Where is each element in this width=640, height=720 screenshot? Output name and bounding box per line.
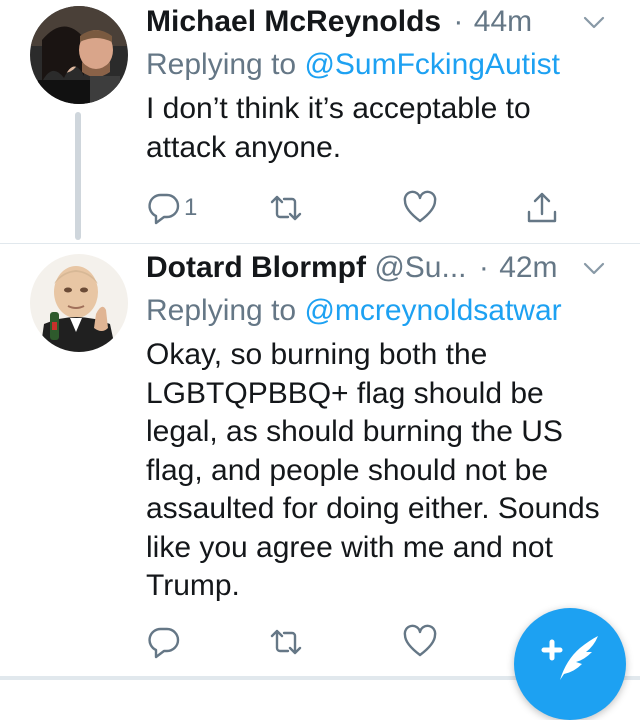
heart-icon <box>403 190 437 223</box>
retweet-icon <box>270 195 302 221</box>
like-button[interactable] <box>402 620 438 664</box>
tweet-content: Dotard Blormpf @Su... · 42m Replying to … <box>146 244 630 606</box>
tweet-text: Okay, so burning both the LGBTQPBBQ+ fla… <box>146 338 600 602</box>
share-button[interactable] <box>524 186 560 230</box>
like-button[interactable] <box>402 186 438 230</box>
tweet-actions: 1 <box>146 186 586 230</box>
user-handle[interactable]: @Su... <box>374 251 466 284</box>
replying-to-prefix: Replying to <box>146 294 305 327</box>
reply-icon <box>148 193 180 225</box>
replying-to: Replying to @mcreynoldsatwar <box>146 290 630 332</box>
separator-dot: · <box>453 5 464 38</box>
reply-count: 1 <box>184 194 198 221</box>
timestamp[interactable]: 42m <box>499 251 557 284</box>
timestamp[interactable]: 44m <box>474 5 532 38</box>
replying-to-prefix: Replying to <box>146 48 305 81</box>
tweet-text: I don’t think it’s acceptable to attack … <box>146 92 531 164</box>
masked-man-avatar-icon <box>30 254 128 352</box>
compose-tweet-icon <box>541 636 598 680</box>
tweet-header: Dotard Blormpf @Su... · 42m <box>146 246 630 290</box>
tweet-header: Michael McReynolds · 44m <box>146 0 630 44</box>
avatar[interactable] <box>30 6 128 104</box>
display-name[interactable]: Michael McReynolds <box>146 5 441 38</box>
replying-to: Replying to @SumFckingAutist <box>146 44 630 86</box>
retweet-button[interactable] <box>268 186 304 230</box>
reply-button[interactable]: 1 <box>146 186 197 230</box>
reply-icon <box>148 627 180 659</box>
tweet-content: Michael McReynolds · 44m Replying to @Su… <box>146 0 630 167</box>
avatar[interactable] <box>30 254 128 352</box>
replying-to-handle[interactable]: @mcreynoldsatwar <box>304 294 561 327</box>
reply-button[interactable] <box>146 620 184 664</box>
heart-icon <box>403 624 437 657</box>
thread-connector-line <box>75 112 81 240</box>
tweet[interactable]: Michael McReynolds · 44m Replying to @Su… <box>0 0 640 244</box>
share-icon <box>527 192 557 223</box>
compose-tweet-button[interactable] <box>514 608 626 720</box>
separator-dot: · <box>478 251 489 284</box>
retweet-button[interactable] <box>268 620 304 664</box>
chevron-down-icon[interactable] <box>580 254 608 282</box>
retweet-icon <box>270 629 302 655</box>
chevron-down-icon[interactable] <box>580 8 608 36</box>
replying-to-handle[interactable]: @SumFckingAutist <box>304 48 560 81</box>
couple-photo-avatar-icon <box>30 6 128 104</box>
display-name[interactable]: Dotard Blormpf <box>146 251 366 284</box>
